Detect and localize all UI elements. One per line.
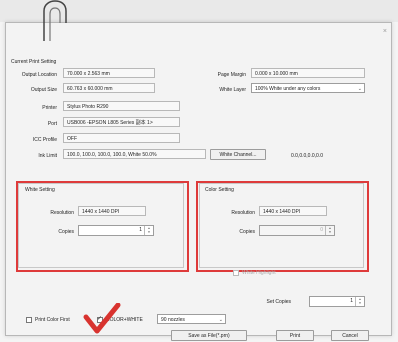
white-copies-stepper[interactable]: 1 ▲ ▼: [78, 225, 154, 236]
white-layer-value: 100% White under any colors: [255, 86, 321, 92]
white-channel-values: 0.0,0.0,0.0,0.0: [291, 153, 323, 159]
spinner-arrows-icon[interactable]: ▲ ▼: [355, 297, 364, 306]
set-copies-value: 1: [350, 298, 353, 304]
color-setting-title: Color Setting: [205, 187, 234, 193]
white-highlight-label: White Highlight: [242, 270, 276, 276]
ink-limit-label: Ink Limit: [38, 153, 57, 159]
nozzles-select[interactable]: 90 nozzles ⌄: [157, 314, 226, 324]
current-print-setting-label: Current Print Setting: [11, 59, 57, 65]
spinner-arrows-icon[interactable]: ▲ ▼: [144, 226, 153, 235]
white-resolution-label: Resolution: [50, 210, 74, 216]
white-layer-label: White Layer: [219, 87, 246, 93]
output-location-label: Output Location: [21, 72, 57, 78]
page-margin-label: Page Margin: [217, 72, 246, 78]
color-resolution-label: Resolution: [231, 210, 255, 216]
spinner-arrows-icon[interactable]: ▲ ▼: [325, 226, 334, 235]
color-resolution-field[interactable]: 1440 x 1440 DPI: [259, 206, 327, 216]
chevron-down-icon: ⌄: [357, 86, 362, 92]
set-copies-stepper[interactable]: 1 ▲ ▼: [309, 296, 365, 307]
white-channel-button[interactable]: White Channel...: [210, 149, 266, 160]
output-location-field[interactable]: 70.000 x 2.563 mm: [63, 68, 155, 78]
red-checkmark-annotation: [83, 303, 121, 334]
output-size-label: Output Size: [30, 87, 57, 93]
printer-field[interactable]: Stylus Photo R290: [63, 101, 180, 111]
color-copies-label: Copies: [239, 229, 255, 235]
color-copies-value: 0: [320, 227, 323, 233]
save-as-file-button[interactable]: Save as File(*.prn): [171, 330, 247, 341]
output-size-field[interactable]: 60.763 x 60.000 mm: [63, 83, 155, 93]
paperclip-icon: [43, 0, 67, 41]
white-copies-label: Copies: [58, 229, 74, 235]
set-copies-label: Set Copies: [266, 299, 291, 305]
color-copies-stepper[interactable]: 0 ▲ ▼: [259, 225, 335, 236]
page-margin-field[interactable]: 0.000 x 10.000 mm: [251, 68, 365, 78]
print-color-first-label: Print Color First: [35, 317, 70, 323]
print-dialog: × Current Print Setting Output Location …: [5, 22, 392, 341]
cancel-button[interactable]: Cancel: [331, 330, 369, 341]
white-layer-select[interactable]: 100% White under any colors ⌄: [251, 83, 365, 93]
port-label: Port: [47, 121, 57, 127]
printer-label: Printer: [42, 105, 57, 111]
white-resolution-field[interactable]: 1440 x 1440 DPI: [78, 206, 146, 216]
white-copies-value: 1: [139, 227, 142, 233]
print-button[interactable]: Print: [276, 330, 314, 341]
icc-profile-field[interactable]: OFF: [63, 133, 180, 143]
ink-limit-field[interactable]: 100.0, 100.0, 100.0, 100.0, White 50.0%: [63, 149, 206, 159]
port-field[interactable]: USB006 -EPSON L805 Series 副本 1>: [63, 117, 180, 127]
icc-profile-label: ICC Profile: [32, 137, 57, 143]
white-setting-title: White Setting: [25, 187, 55, 193]
close-icon[interactable]: ×: [383, 28, 387, 35]
chevron-down-icon: ⌄: [218, 317, 223, 323]
nozzles-value: 90 nozzles: [161, 317, 185, 323]
print-color-first-checkbox[interactable]: [26, 317, 32, 323]
white-highlight-checkbox[interactable]: [233, 270, 239, 276]
